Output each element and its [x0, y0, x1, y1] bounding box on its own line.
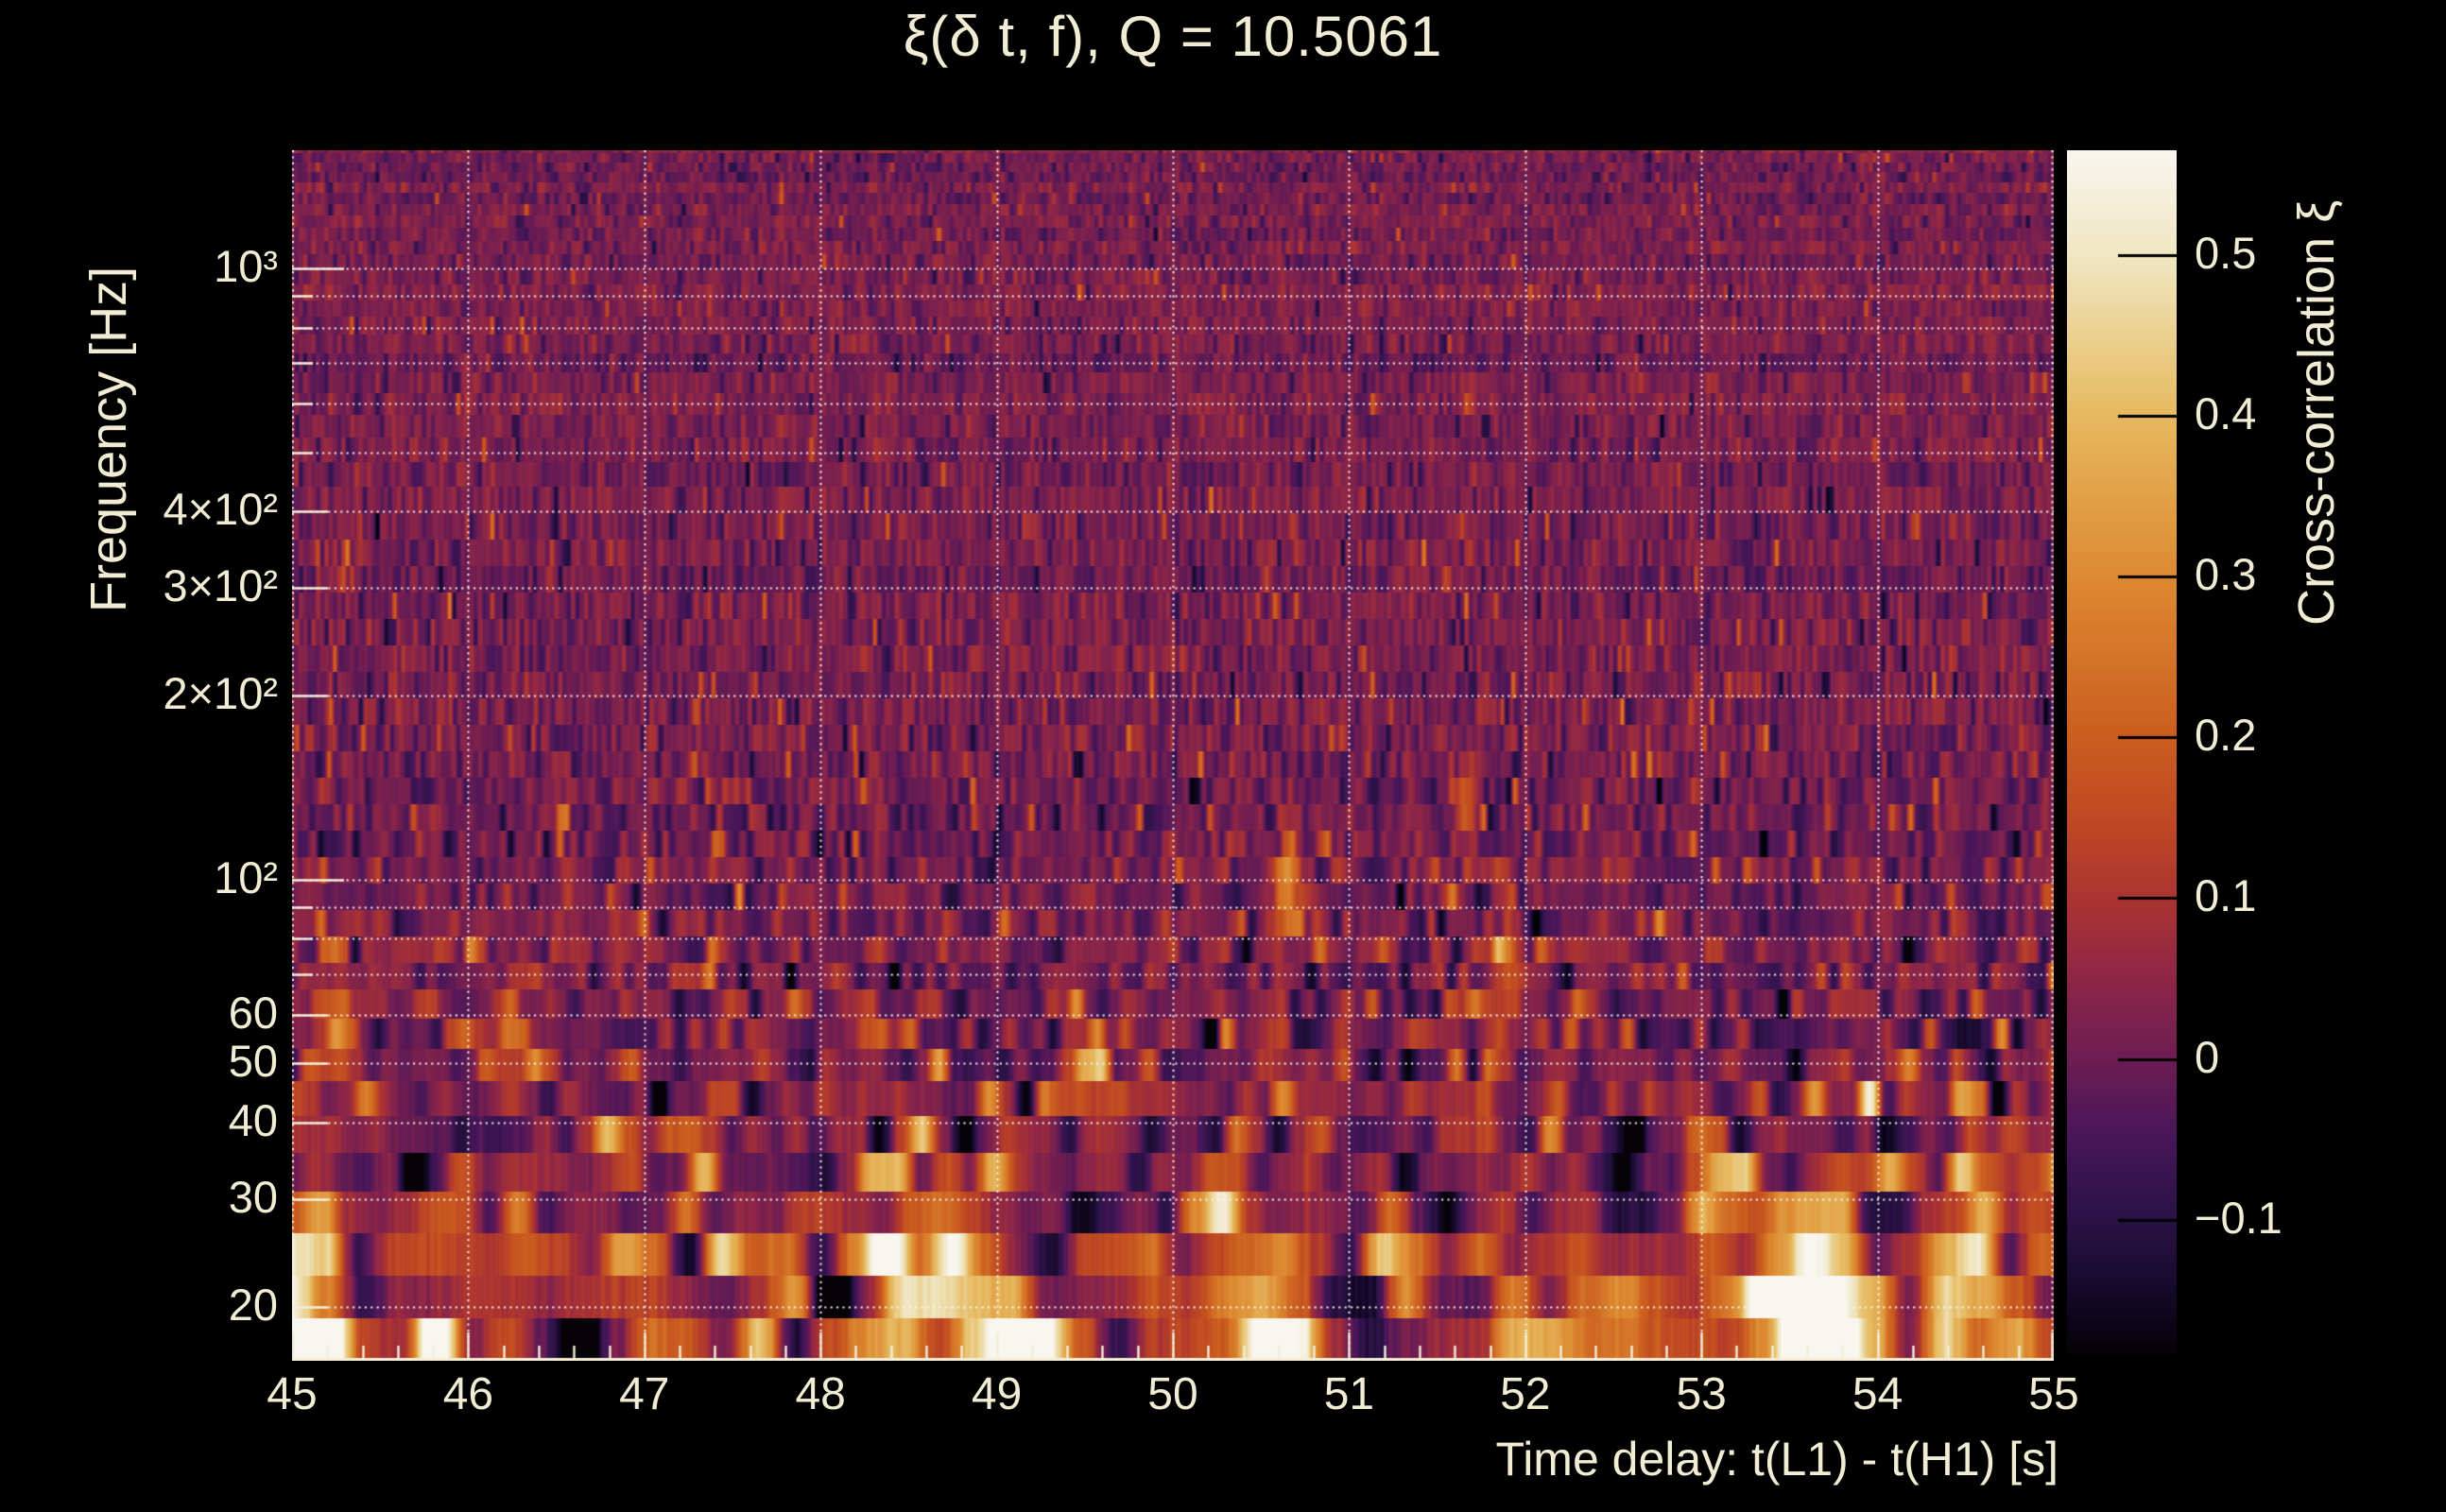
colorbar-tick-label: 0.4 [2195, 387, 2257, 438]
x-tick-label: 52 [1500, 1369, 1551, 1419]
y-tick-label: 10² [214, 851, 278, 902]
colorbar-tick-label: 0.1 [2195, 870, 2257, 921]
y-tick-label: 50 [228, 1036, 278, 1087]
colorbar-tick-label: −0.1 [2195, 1192, 2282, 1243]
y-tick-label: 20 [228, 1279, 278, 1330]
colorbar-tick-label: 0 [2195, 1031, 2220, 1082]
x-tick-label: 50 [1147, 1369, 1198, 1419]
y-axis-title: Frequency [Hz] [80, 266, 137, 612]
colorbar-tick-label: 0.2 [2195, 710, 2257, 761]
x-axis-title: Time delay: t(L1) - t(H1) [s] [1495, 1433, 2058, 1486]
colorbar-title: Cross-correlation ξ [2288, 199, 2345, 626]
chart-title: ξ(δ t, f), Q = 10.5061 [903, 5, 1443, 68]
colorbar-tick-label: 0.5 [2195, 227, 2257, 278]
y-tick-label: 30 [228, 1171, 278, 1222]
y-tick-label: 2×10² [163, 667, 278, 718]
x-tick-label: 51 [1323, 1369, 1375, 1419]
colorbar-canvas [2067, 150, 2177, 1354]
spectrogram-figure: ξ(δ t, f), Q = 10.5061 Frequency [Hz] Ti… [0, 0, 2446, 1512]
x-tick-label: 54 [1852, 1369, 1903, 1419]
heatmap-canvas [292, 150, 2054, 1361]
x-tick-label: 53 [1676, 1369, 1727, 1419]
x-tick-label: 48 [795, 1369, 846, 1419]
y-tick-label: 3×10² [163, 560, 278, 610]
x-tick-label: 47 [619, 1369, 670, 1419]
x-tick-label: 49 [971, 1369, 1023, 1419]
y-tick-label: 4×10² [163, 484, 278, 535]
x-tick-label: 46 [442, 1369, 494, 1419]
colorbar-tick-label: 0.3 [2195, 548, 2257, 599]
x-tick-label: 55 [2028, 1369, 2079, 1419]
x-tick-label: 45 [267, 1369, 318, 1419]
y-tick-label: 10³ [214, 240, 278, 291]
y-tick-label: 60 [228, 988, 278, 1038]
y-tick-label: 40 [228, 1094, 278, 1145]
